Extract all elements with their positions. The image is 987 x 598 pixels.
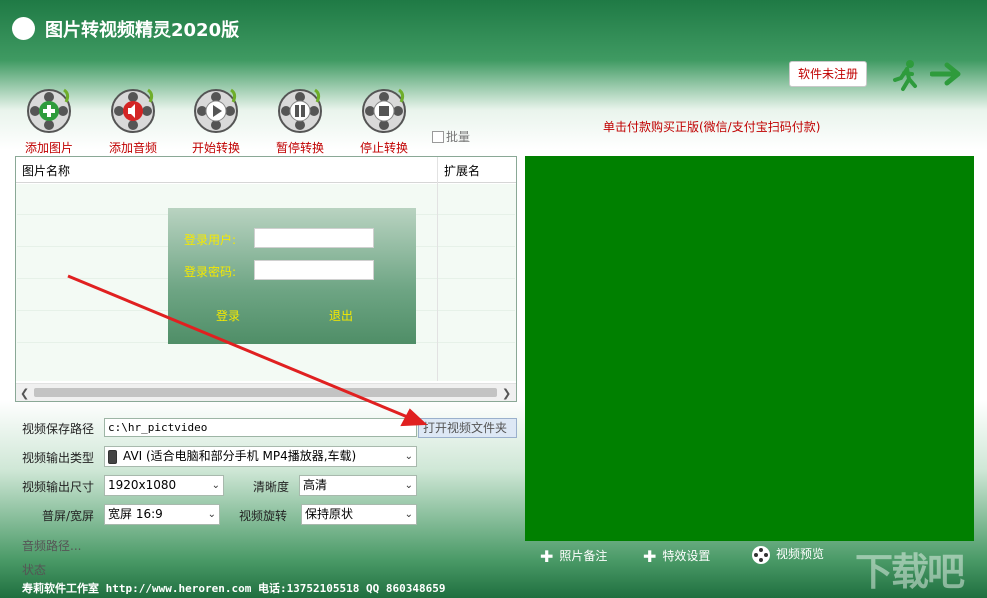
rotate-label: 视频旋转 [239, 509, 288, 523]
status-label: 状态 [22, 563, 47, 577]
film-reel-icon [752, 545, 770, 564]
login-user-label: 登录用户: [184, 233, 237, 247]
app-title: 图片转视频精灵2020版 [45, 20, 240, 41]
column-header-name[interactable]: 图片名称 [22, 162, 70, 179]
video-preview-button[interactable]: 视频预览 [752, 545, 824, 564]
phone-icon [108, 449, 117, 464]
save-path-label: 视频保存路径 [22, 422, 95, 436]
start-convert-label: 开始转换 [191, 141, 240, 155]
chevron-down-icon: ⌄ [404, 451, 413, 462]
add-image-button[interactable]: 添加图片 [14, 88, 84, 155]
video-preview-label: 视频预览 [776, 547, 825, 561]
stop-convert-label: 停止转换 [359, 141, 408, 155]
footer-info: 寿莉软件工作室 http://www.heroren.com 电话:137521… [22, 582, 446, 595]
start-convert-button[interactable]: 开始转换 [181, 88, 251, 155]
open-video-folder-button[interactable]: 打开视频文件夹 [418, 418, 517, 438]
horizontal-scrollbar[interactable]: ❮ ❯ [16, 383, 516, 401]
chevron-down-icon: ⌄ [404, 509, 413, 520]
film-reel-stop-icon [362, 88, 406, 133]
chevron-down-icon: ⌄ [207, 509, 216, 520]
pause-convert-label: 暂停转换 [275, 141, 324, 155]
rotate-value: 保持原状 [305, 507, 354, 521]
film-reel-play-icon [194, 88, 238, 133]
screen-ratio-select[interactable]: 宽屏 16:9 ⌄ [104, 504, 220, 525]
plus-icon: ✚ [540, 547, 554, 566]
batch-label: 批量 [446, 130, 471, 144]
batch-checkbox[interactable] [432, 130, 444, 143]
watermark: 下载吧 [855, 550, 965, 594]
login-password-input[interactable] [254, 260, 374, 280]
clarity-select[interactable]: 高清 ⌄ [299, 475, 417, 496]
film-reel-add-icon [27, 88, 71, 133]
running-man-icon[interactable] [888, 58, 922, 92]
photo-note-button[interactable]: ✚ 照片备注 [540, 547, 607, 566]
screen-ratio-label: 普屏/宽屏 [42, 509, 95, 523]
list-header: 图片名称 扩展名 [16, 157, 516, 183]
effect-settings-label: 特效设置 [662, 549, 711, 563]
login-button[interactable]: 登录 [216, 307, 240, 324]
scroll-left-icon[interactable]: ❮ [20, 387, 29, 400]
scroll-thumb[interactable] [34, 388, 497, 397]
pause-convert-button[interactable]: 暂停转换 [265, 88, 335, 155]
add-audio-button[interactable]: 添加音频 [98, 88, 168, 155]
scroll-right-icon[interactable]: ❯ [502, 387, 511, 400]
output-size-value: 1920x1080 [108, 478, 177, 492]
exit-button[interactable]: 退出 [329, 307, 353, 324]
clarity-value: 高清 [303, 478, 328, 492]
audio-path-link[interactable]: 音频路径... [22, 537, 81, 554]
output-type-label: 视频输出类型 [22, 451, 95, 465]
add-image-label: 添加图片 [24, 141, 73, 155]
video-preview-area [525, 156, 974, 541]
output-type-value: AVI (适合电脑和部分手机 MP4播放器,车载) [123, 449, 357, 463]
login-user-input[interactable] [254, 228, 374, 248]
clarity-label: 清晰度 [253, 480, 290, 494]
column-divider [437, 157, 438, 381]
login-panel: 登录用户: 登录密码: 登录 退出 [168, 208, 416, 344]
title-bar: 图片转视频精灵2020版 [0, 0, 987, 60]
chevron-down-icon: ⌄ [404, 480, 413, 491]
film-reel-pause-icon [278, 88, 322, 133]
film-reel-audio-icon [111, 88, 155, 133]
effect-settings-button[interactable]: ✚ 特效设置 [643, 547, 710, 566]
chevron-down-icon: ⌄ [211, 480, 220, 491]
exit-arrow-icon[interactable] [930, 62, 964, 86]
plus-icon: ✚ [643, 547, 657, 566]
purchase-link[interactable]: 单击付款购买正版(微信/支付宝扫码付款) [603, 118, 820, 135]
photo-note-label: 照片备注 [559, 549, 608, 563]
add-audio-label: 添加音频 [108, 141, 157, 155]
app-icon [12, 17, 35, 40]
stop-convert-button[interactable]: 停止转换 [349, 88, 419, 155]
output-size-select[interactable]: 1920x1080 ⌄ [104, 475, 224, 496]
output-size-label: 视频输出尺寸 [22, 480, 95, 494]
rotate-select[interactable]: 保持原状 ⌄ [301, 504, 417, 525]
login-password-label: 登录密码: [184, 265, 237, 279]
batch-option[interactable]: 批量 [432, 128, 470, 144]
register-button[interactable]: 软件未注册 [789, 61, 867, 87]
save-path-input[interactable]: c:\hr_pictvideo [104, 418, 417, 437]
screen-ratio-value: 宽屏 16:9 [108, 507, 163, 521]
output-type-select[interactable]: AVI (适合电脑和部分手机 MP4播放器,车载) ⌄ [104, 446, 417, 467]
column-header-extension[interactable]: 扩展名 [444, 162, 480, 179]
